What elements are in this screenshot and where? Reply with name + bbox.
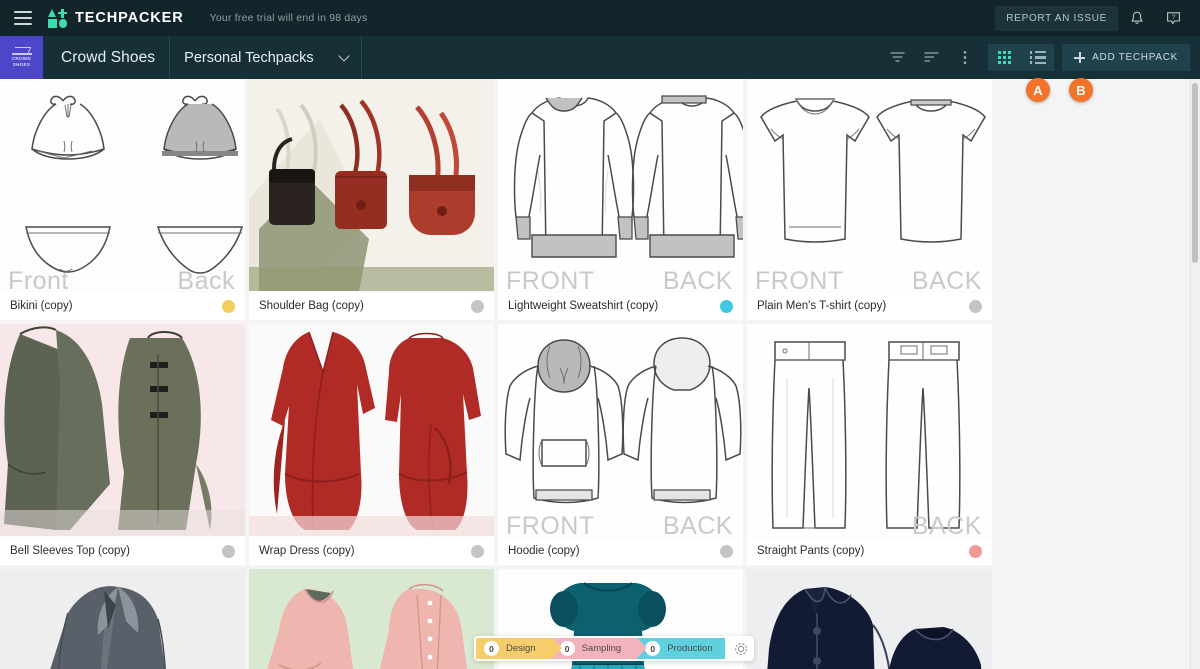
- techpack-status-dot[interactable]: [720, 544, 733, 558]
- scrollbar-track[interactable]: [1190, 79, 1200, 669]
- pipeline-stage-count: 0: [484, 641, 499, 656]
- techpack-card[interactable]: [747, 569, 992, 669]
- help-chat-icon[interactable]: ?: [1156, 0, 1190, 36]
- techpack-title: Wrap Dress (copy): [259, 545, 355, 557]
- techpack-thumbnail: [747, 569, 992, 669]
- annotation-badge-a: A: [1026, 78, 1050, 102]
- techpack-status-dot[interactable]: [720, 299, 733, 313]
- techpack-thumbnail: [0, 324, 245, 536]
- shoe-icon: [11, 48, 32, 55]
- scrollbar-thumb[interactable]: [1192, 83, 1198, 263]
- pipeline-stage-label: Sampling: [581, 643, 622, 654]
- techpack-card[interactable]: FRONT BACK Plain Men's T-shirt (copy): [747, 79, 992, 320]
- techpack-card-footer: Shoulder Bag (copy): [249, 291, 494, 320]
- pipeline-stage-label: Design: [506, 643, 536, 654]
- techpack-thumbnail: [249, 569, 494, 669]
- list-view-icon[interactable]: [1021, 44, 1054, 71]
- pipeline-stage[interactable]: 0 Design: [476, 638, 562, 659]
- techpack-thumbnail: FRONT BACK: [498, 324, 743, 536]
- techpack-thumbnail: Front Back: [0, 79, 245, 291]
- header-actions: REPORT AN ISSUE ?: [995, 0, 1190, 36]
- project-title: Crowd Shoes: [61, 48, 156, 66]
- grid-view-icon[interactable]: [988, 44, 1021, 71]
- toolbar-actions: ADD TECHPACK: [880, 36, 1200, 79]
- trial-notice: Your free trial will end in 98 days: [209, 12, 368, 24]
- techpack-status-dot[interactable]: [222, 544, 235, 558]
- techpack-card-footer: Bell Sleeves Top (copy): [0, 536, 245, 565]
- pipeline-stage[interactable]: 0 Production: [637, 638, 725, 659]
- techpack-card[interactable]: Wrap Dress (copy): [249, 324, 494, 565]
- techpack-status-dot[interactable]: [969, 299, 982, 313]
- status-pipeline: 0 Design 0 Sampling 0 Production: [474, 636, 754, 661]
- techpack-scope-dropdown[interactable]: Personal Techpacks: [170, 50, 361, 66]
- techpack-grid-area: Front Back Bikini (copy) Shoulder Bag (cop: [0, 79, 1200, 669]
- hamburger-menu-icon[interactable]: [14, 11, 32, 25]
- project-toolbar: CROWD SHOES Crowd Shoes Personal Techpac…: [0, 36, 1200, 79]
- more-vertical-icon[interactable]: [948, 36, 982, 79]
- techpack-thumbnail: FRONT BACK: [498, 79, 743, 291]
- workspace-logo[interactable]: CROWD SHOES: [0, 36, 43, 79]
- app-header: TECHPACKER Your free trial will end in 9…: [0, 0, 1200, 36]
- pipeline-stage[interactable]: 0 Sampling: [551, 638, 647, 659]
- techpack-card[interactable]: Bell Sleeves Top (copy): [0, 324, 245, 565]
- techpacker-logo-icon: [48, 8, 67, 28]
- pipeline-stage-count: 0: [559, 641, 575, 656]
- add-techpack-label: ADD TECHPACK: [1092, 52, 1178, 63]
- techpack-card[interactable]: Front Back Bikini (copy): [0, 79, 245, 320]
- techpack-card-footer: Plain Men's T-shirt (copy): [747, 291, 992, 320]
- divider: [360, 36, 362, 79]
- techpack-card-footer: Hoodie (copy): [498, 536, 743, 565]
- techpack-title: Bell Sleeves Top (copy): [10, 545, 130, 557]
- techpack-card[interactable]: [0, 569, 245, 669]
- techpack-title: Shoulder Bag (copy): [259, 300, 364, 312]
- techpack-title: Straight Pants (copy): [757, 545, 865, 557]
- annotation-badge-b: B: [1069, 78, 1093, 102]
- filter-icon[interactable]: [880, 36, 914, 79]
- chevron-down-icon: [338, 49, 350, 62]
- techpack-thumbnail: BACK: [747, 324, 992, 536]
- techpack-status-dot[interactable]: [222, 299, 235, 313]
- techpack-card-footer: Straight Pants (copy): [747, 536, 992, 565]
- techpack-card[interactable]: FRONT BACK Lightweight Sweatshirt (copy): [498, 79, 743, 320]
- techpack-scope-label: Personal Techpacks: [184, 49, 314, 66]
- techpack-card-footer: Bikini (copy): [0, 291, 245, 320]
- techpack-title: Bikini (copy): [10, 300, 73, 312]
- techpack-thumbnail: FRONT BACK: [747, 79, 992, 291]
- pipeline-stage-count: 0: [645, 641, 661, 656]
- techpack-status-dot[interactable]: [471, 544, 484, 558]
- techpack-thumbnail: [249, 324, 494, 536]
- techpack-thumbnail: [249, 79, 494, 291]
- workspace-logo-line2: SHOES: [12, 61, 31, 67]
- techpack-title: Plain Men's T-shirt (copy): [757, 300, 887, 312]
- pipeline-stage-label: Production: [667, 643, 713, 654]
- techpack-card[interactable]: FRONT BACK Hoodie (copy): [498, 324, 743, 565]
- plus-icon: [1074, 52, 1086, 63]
- techpack-status-dot[interactable]: [969, 544, 982, 558]
- notification-bell-icon[interactable]: [1120, 0, 1154, 36]
- techpack-card[interactable]: BACK Straight Pants (copy): [747, 324, 992, 565]
- techpack-title: Lightweight Sweatshirt (copy): [508, 300, 659, 312]
- view-mode-toggle: [988, 44, 1055, 71]
- techpack-grid: Front Back Bikini (copy) Shoulder Bag (cop: [0, 79, 996, 669]
- techpack-card-footer: Wrap Dress (copy): [249, 536, 494, 565]
- techpack-status-dot[interactable]: [471, 299, 484, 313]
- brand-name: TECHPACKER: [75, 10, 184, 26]
- techpack-card[interactable]: Shoulder Bag (copy): [249, 79, 494, 320]
- techpack-card[interactable]: [249, 569, 494, 669]
- add-techpack-button[interactable]: ADD TECHPACK: [1062, 44, 1190, 71]
- techpack-card-footer: Lightweight Sweatshirt (copy): [498, 291, 743, 320]
- report-issue-button[interactable]: REPORT AN ISSUE: [995, 5, 1118, 31]
- svg-text:?: ?: [1171, 14, 1175, 21]
- techpack-title: Hoodie (copy): [508, 545, 580, 557]
- sort-icon[interactable]: [914, 36, 948, 79]
- techpack-thumbnail: [0, 569, 245, 669]
- gear-icon[interactable]: [730, 638, 752, 660]
